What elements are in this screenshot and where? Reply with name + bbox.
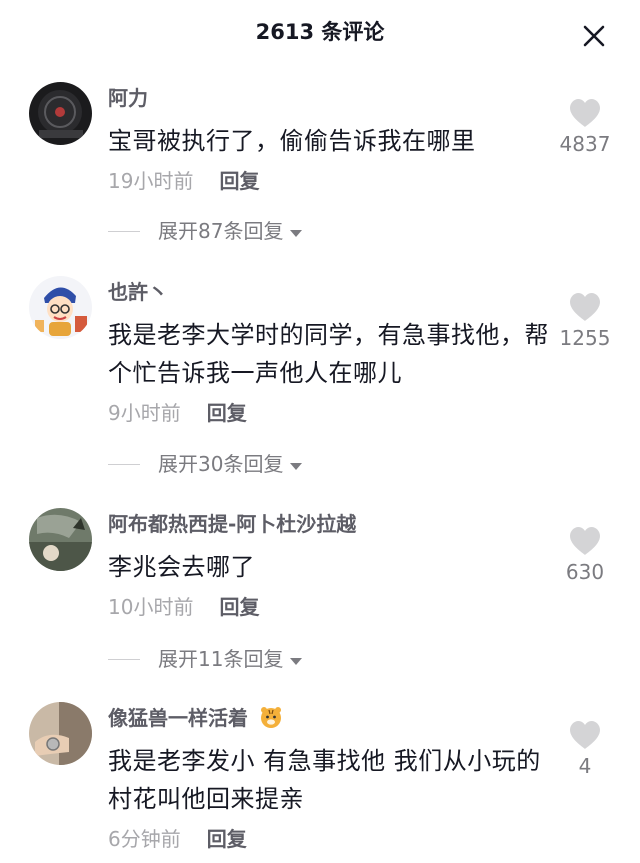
like-button[interactable]: 4 — [530, 720, 640, 778]
like-count: 1255 — [559, 326, 611, 350]
expand-replies-label: 展开87条回复 — [158, 219, 284, 243]
avatar[interactable] — [29, 702, 92, 765]
chevron-down-icon — [290, 462, 303, 470]
chevron-down-icon — [290, 229, 303, 237]
expand-replies-label: 展开11条回复 — [158, 647, 284, 671]
avatar[interactable] — [29, 508, 92, 571]
like-button[interactable]: 630 — [530, 526, 640, 584]
comment-username[interactable]: 阿力 — [108, 84, 558, 112]
tiger-emoji-icon — [260, 707, 281, 728]
comment-text: 李兆会去哪了 — [108, 553, 255, 581]
avatar[interactable] — [29, 276, 92, 339]
comments-header: 2613 条评论 — [0, 0, 640, 64]
close-icon — [583, 25, 605, 47]
reply-button[interactable]: 回复 — [219, 169, 259, 193]
reply-button[interactable]: 回复 — [219, 595, 259, 619]
comment-time: 10小时前 — [108, 595, 194, 619]
comment-username[interactable]: 也許丶 — [108, 278, 558, 306]
comment-time: 19小时前 — [108, 169, 194, 193]
reply-button[interactable]: 回复 — [207, 827, 247, 851]
like-count: 4837 — [559, 132, 611, 156]
avatar[interactable] — [29, 82, 92, 145]
like-count: 4 — [578, 754, 592, 778]
heart-icon — [570, 99, 600, 127]
divider-line — [108, 659, 140, 660]
heart-icon — [570, 527, 600, 555]
like-count: 630 — [565, 560, 605, 584]
comment-text: 我是老李大学时的同学，有急事找他，帮个忙告诉我一声他人在哪儿 — [108, 321, 549, 387]
divider-line — [108, 231, 140, 232]
comment-text: 我是老李发小 有急事找他 我们从小玩的村花叫他回来提亲 — [108, 747, 541, 813]
comment-username-text: 像猛兽一样活着 — [108, 706, 248, 730]
expand-replies-label: 展开30条回复 — [158, 452, 284, 476]
heart-icon — [570, 293, 600, 321]
comment-count-title: 2613 条评论 — [255, 20, 385, 44]
like-button[interactable]: 4837 — [530, 98, 640, 156]
comment-username[interactable]: 像猛兽一样活着 — [108, 704, 558, 732]
comment-time: 9小时前 — [108, 401, 181, 425]
comment-text: 宝哥被执行了，偷偷告诉我在哪里 — [108, 127, 476, 155]
comment-username[interactable]: 阿布都热西提-阿卜杜沙拉越 — [108, 510, 558, 538]
chevron-down-icon — [290, 657, 303, 665]
divider-line — [108, 464, 140, 465]
heart-icon — [570, 721, 600, 749]
close-button[interactable] — [580, 22, 608, 50]
comment-time: 6分钟前 — [108, 827, 181, 851]
like-button[interactable]: 1255 — [530, 292, 640, 350]
reply-button[interactable]: 回复 — [207, 401, 247, 425]
